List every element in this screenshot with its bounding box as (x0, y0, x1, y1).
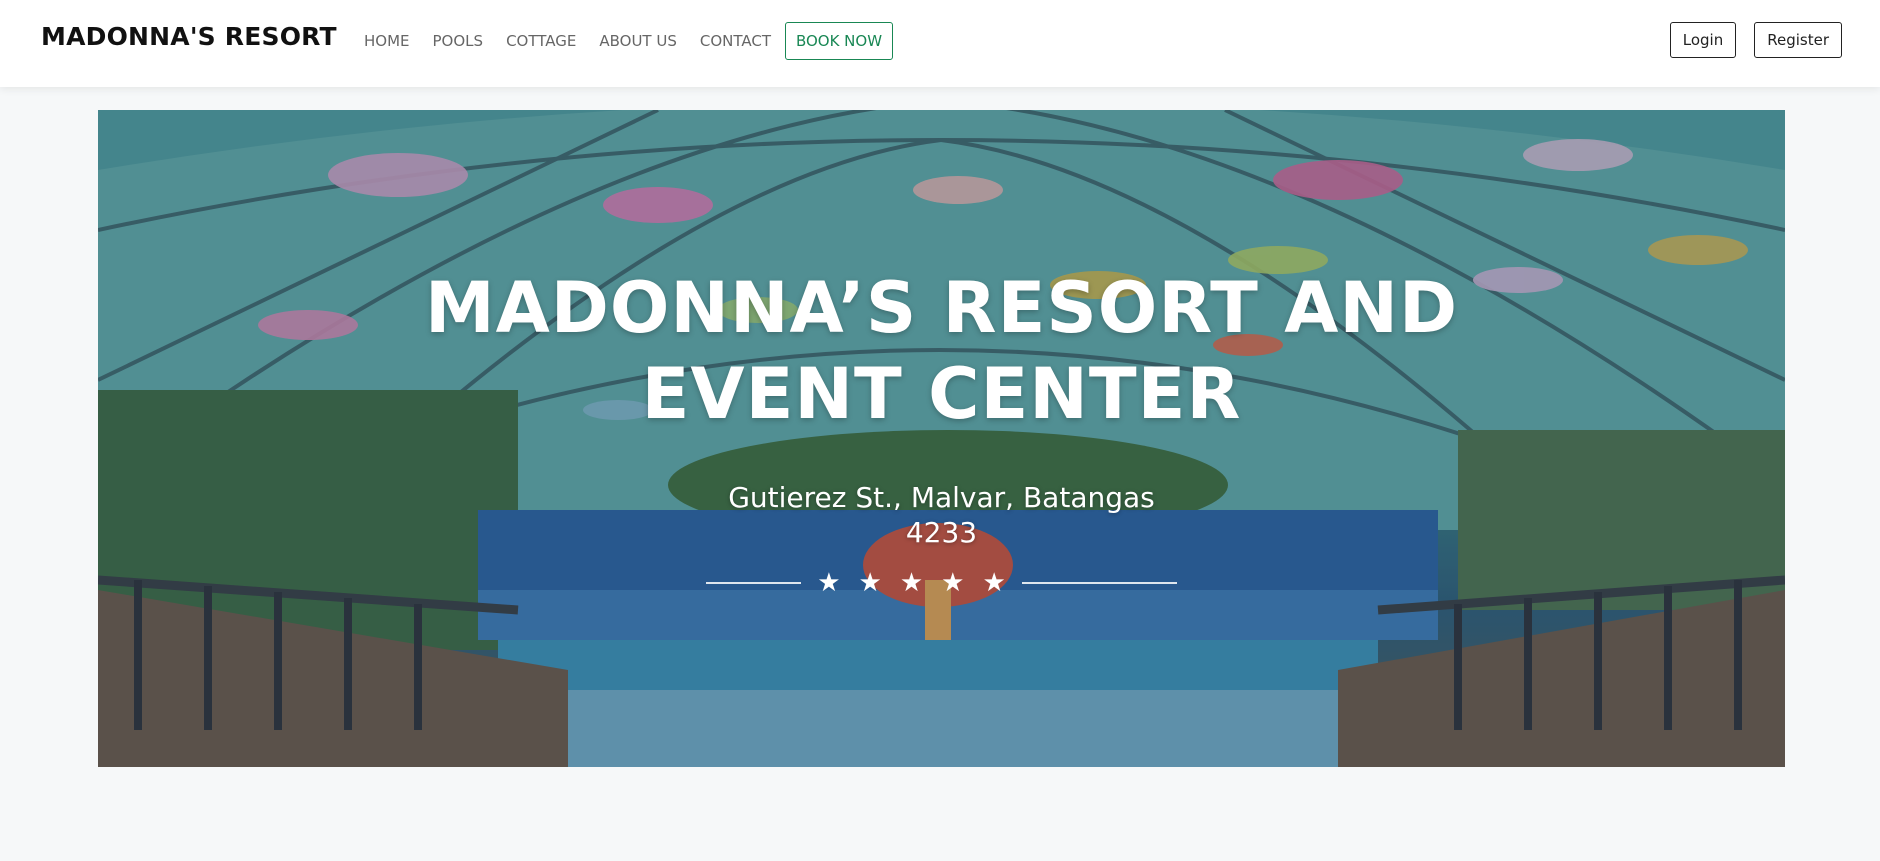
hero-address-line-2: 4233 (905, 516, 978, 549)
brand-logo-text[interactable]: MADONNA'S RESORT (41, 22, 337, 51)
star-icon: ★ (858, 568, 882, 598)
nav-links: HOME POOLS COTTAGE ABOUT US CONTACT BOOK… (364, 22, 893, 60)
hero-dark-overlay (98, 110, 1785, 767)
book-now-button[interactable]: BOOK NOW (785, 22, 893, 60)
divider-line-right (1021, 582, 1177, 584)
nav-link-home[interactable]: HOME (364, 22, 410, 60)
hero-banner: MADONNA’S RESORT AND EVENT CENTER Gutier… (98, 110, 1785, 767)
nav-link-about-us[interactable]: ABOUT US (599, 22, 677, 60)
star-icon: ★ (899, 568, 924, 598)
star-rating: ★ ★ ★ ★ ★ (817, 570, 1006, 596)
divider-line-left (706, 582, 802, 584)
hero-address: Gutierez St., Malvar, Batangas 4233 (98, 480, 1785, 550)
nav-link-contact[interactable]: CONTACT (700, 22, 771, 60)
top-navbar: MADONNA'S RESORT HOME POOLS COTTAGE ABOU… (0, 0, 1880, 87)
star-icon: ★ (817, 568, 841, 598)
hero-address-line-1: Gutierez St., Malvar, Batangas (728, 481, 1155, 514)
auth-buttons: Login Register (1669, 22, 1842, 58)
star-icon: ★ (941, 568, 965, 598)
hero-title: MADONNA’S RESORT AND EVENT CENTER (98, 265, 1785, 437)
nav-link-cottage[interactable]: COTTAGE (506, 22, 576, 60)
star-icon: ★ (982, 568, 1006, 598)
hero-title-line-1: MADONNA’S RESORT AND (424, 267, 1459, 349)
rating-divider: ★ ★ ★ ★ ★ (98, 570, 1785, 596)
nav-link-pools[interactable]: POOLS (433, 22, 484, 60)
register-button[interactable]: Register (1754, 22, 1842, 58)
hero-title-line-2: EVENT CENTER (641, 353, 1242, 435)
login-button[interactable]: Login (1669, 22, 1737, 58)
